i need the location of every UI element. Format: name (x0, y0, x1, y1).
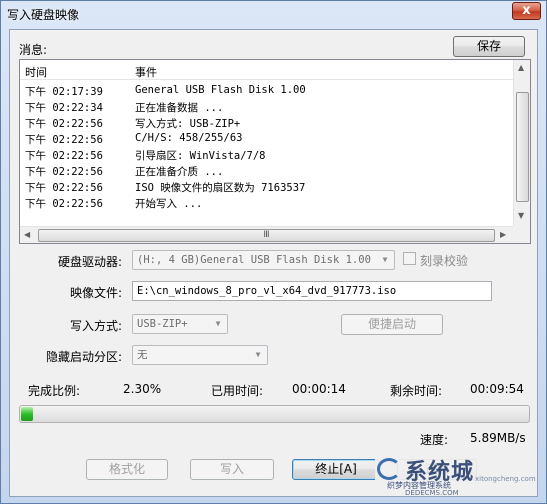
drive-label: 硬盘驱动器: (58, 255, 123, 269)
site-watermark: 系统城 xitongcheng.com 织梦内容管理系统 DEDECMS.COM (375, 456, 536, 497)
watermark-url: DEDECMS.COM (405, 489, 459, 497)
message-time: 下午 02:22:56 (25, 182, 103, 194)
horizontal-scroll-thumb[interactable]: Ⅲ (38, 229, 495, 242)
watermark-url-secondary: xitongcheng.com (475, 475, 536, 483)
list-item[interactable]: 下午 02:22:56 ISO 映像文件的扇区数为 7163537 (20, 179, 513, 195)
message-event: 正在准备数据 ... (135, 102, 224, 114)
list-item[interactable]: 下午 02:22:56 正在准备介质 ... (20, 163, 513, 179)
progress-fill (21, 407, 33, 421)
image-file-label: 映像文件: (70, 286, 123, 300)
column-header-event[interactable]: 事件 (135, 64, 157, 80)
list-item[interactable]: 下午 02:22:56 写入方式: USB-ZIP+ (20, 115, 513, 131)
scroll-down-icon[interactable]: ▼ (518, 211, 524, 220)
site-logo-icon (377, 458, 401, 480)
message-time: 下午 02:22:56 (25, 150, 103, 162)
message-time: 下午 02:22:34 (25, 102, 103, 114)
write-button[interactable]: 写入 (190, 459, 274, 480)
message-event: C/H/S: 458/255/63 (135, 132, 243, 144)
chevron-down-icon: ▼ (382, 255, 388, 264)
scroll-left-icon[interactable]: ◀ (24, 230, 30, 239)
hidden-partition-value: 无 (137, 349, 148, 361)
image-file-field[interactable]: E:\cn_windows_8_pro_vl_x64_dvd_917773.is… (132, 281, 492, 301)
horizontal-scrollbar[interactable]: ◀ Ⅲ ▶ (20, 226, 513, 243)
elapsed-value: 00:00:14 (292, 382, 346, 396)
format-button[interactable]: 格式化 (86, 459, 168, 480)
message-time: 下午 02:17:39 (25, 86, 103, 98)
write-mode-value: USB-ZIP+ (137, 318, 188, 330)
chevron-down-icon: ▼ (255, 350, 261, 359)
message-event: 正在准备介质 ... (135, 166, 224, 178)
scrollbar-corner (513, 226, 530, 243)
list-item[interactable]: 下午 02:22:56 C/H/S: 458/255/63 (20, 131, 513, 147)
message-time: 下午 02:22:56 (25, 118, 103, 130)
hidden-partition-label: 隐藏启动分区: (46, 350, 123, 364)
quick-boot-button[interactable]: 便捷启动 (341, 314, 443, 335)
message-time: 下午 02:22:56 (25, 166, 103, 178)
abort-button[interactable]: 终止[A] (292, 459, 380, 480)
verify-checkbox[interactable] (403, 252, 416, 265)
vertical-scrollbar[interactable]: ▲ ▼ (513, 60, 530, 226)
write-progress-bar (19, 405, 530, 423)
list-item[interactable]: 下午 02:17:39 General USB Flash Disk 1.00 (20, 83, 513, 99)
window-title: 写入硬盘映像 (7, 8, 80, 22)
message-event: 引导扇区: WinVista/7/8 (135, 150, 266, 162)
title-bar[interactable]: 写入硬盘映像 x (1, 1, 546, 27)
message-event: 开始写入 ... (135, 198, 203, 210)
message-event: General USB Flash Disk 1.00 (135, 84, 306, 96)
chevron-down-icon: ▼ (215, 319, 221, 328)
list-header: 时间 事件 (20, 60, 513, 80)
messages-label: 消息: (19, 43, 48, 57)
speed-label: 速度: (420, 433, 449, 447)
drive-select[interactable]: (H:, 4 GB)General USB Flash Disk 1.00 ▼ (132, 250, 395, 270)
drive-select-value: (H:, 4 GB)General USB Flash Disk 1.00 (137, 254, 371, 266)
remaining-value: 00:09:54 (470, 382, 524, 396)
list-item[interactable]: 下午 02:22:56 引导扇区: WinVista/7/8 (20, 147, 513, 163)
message-event: 写入方式: USB-ZIP+ (135, 118, 241, 130)
message-time: 下午 02:22:56 (25, 134, 103, 146)
close-button[interactable]: x (512, 2, 541, 20)
column-header-time[interactable]: 时间 (25, 64, 47, 80)
dialog-body: 消息: 保存 时间 事件 下午 02:17:39 General USB Flas… (9, 29, 538, 497)
list-item[interactable]: 下午 02:22:56 开始写入 ... (20, 195, 513, 211)
scroll-right-icon[interactable]: ▶ (500, 230, 506, 239)
message-log-list[interactable]: 时间 事件 下午 02:17:39 General USB Flash Disk … (19, 59, 531, 244)
completed-value: 2.30% (123, 382, 162, 396)
elapsed-label: 已用时间: (211, 384, 264, 398)
message-event: ISO 映像文件的扇区数为 7163537 (135, 182, 306, 194)
write-disk-image-window: 写入硬盘映像 x 消息: 保存 时间 事件 下午 02:17:39 General… (0, 0, 547, 504)
verify-label: 刻录校验 (420, 254, 469, 268)
write-mode-select[interactable]: USB-ZIP+ ▼ (132, 314, 228, 334)
list-item[interactable]: 下午 02:22:34 正在准备数据 ... (20, 99, 513, 115)
vertical-scroll-thumb[interactable] (516, 92, 529, 202)
message-time: 下午 02:22:56 (25, 198, 103, 210)
list-rows: 下午 02:17:39 General USB Flash Disk 1.00 下午… (20, 83, 513, 211)
remaining-label: 剩余时间: (390, 384, 443, 398)
hidden-partition-select[interactable]: 无 ▼ (132, 345, 268, 365)
write-mode-label: 写入方式: (70, 319, 123, 333)
scroll-up-icon[interactable]: ▲ (518, 63, 524, 72)
save-button[interactable]: 保存 (453, 36, 525, 57)
completed-label: 完成比例: (28, 384, 81, 398)
speed-value: 5.89MB/s (470, 431, 526, 445)
